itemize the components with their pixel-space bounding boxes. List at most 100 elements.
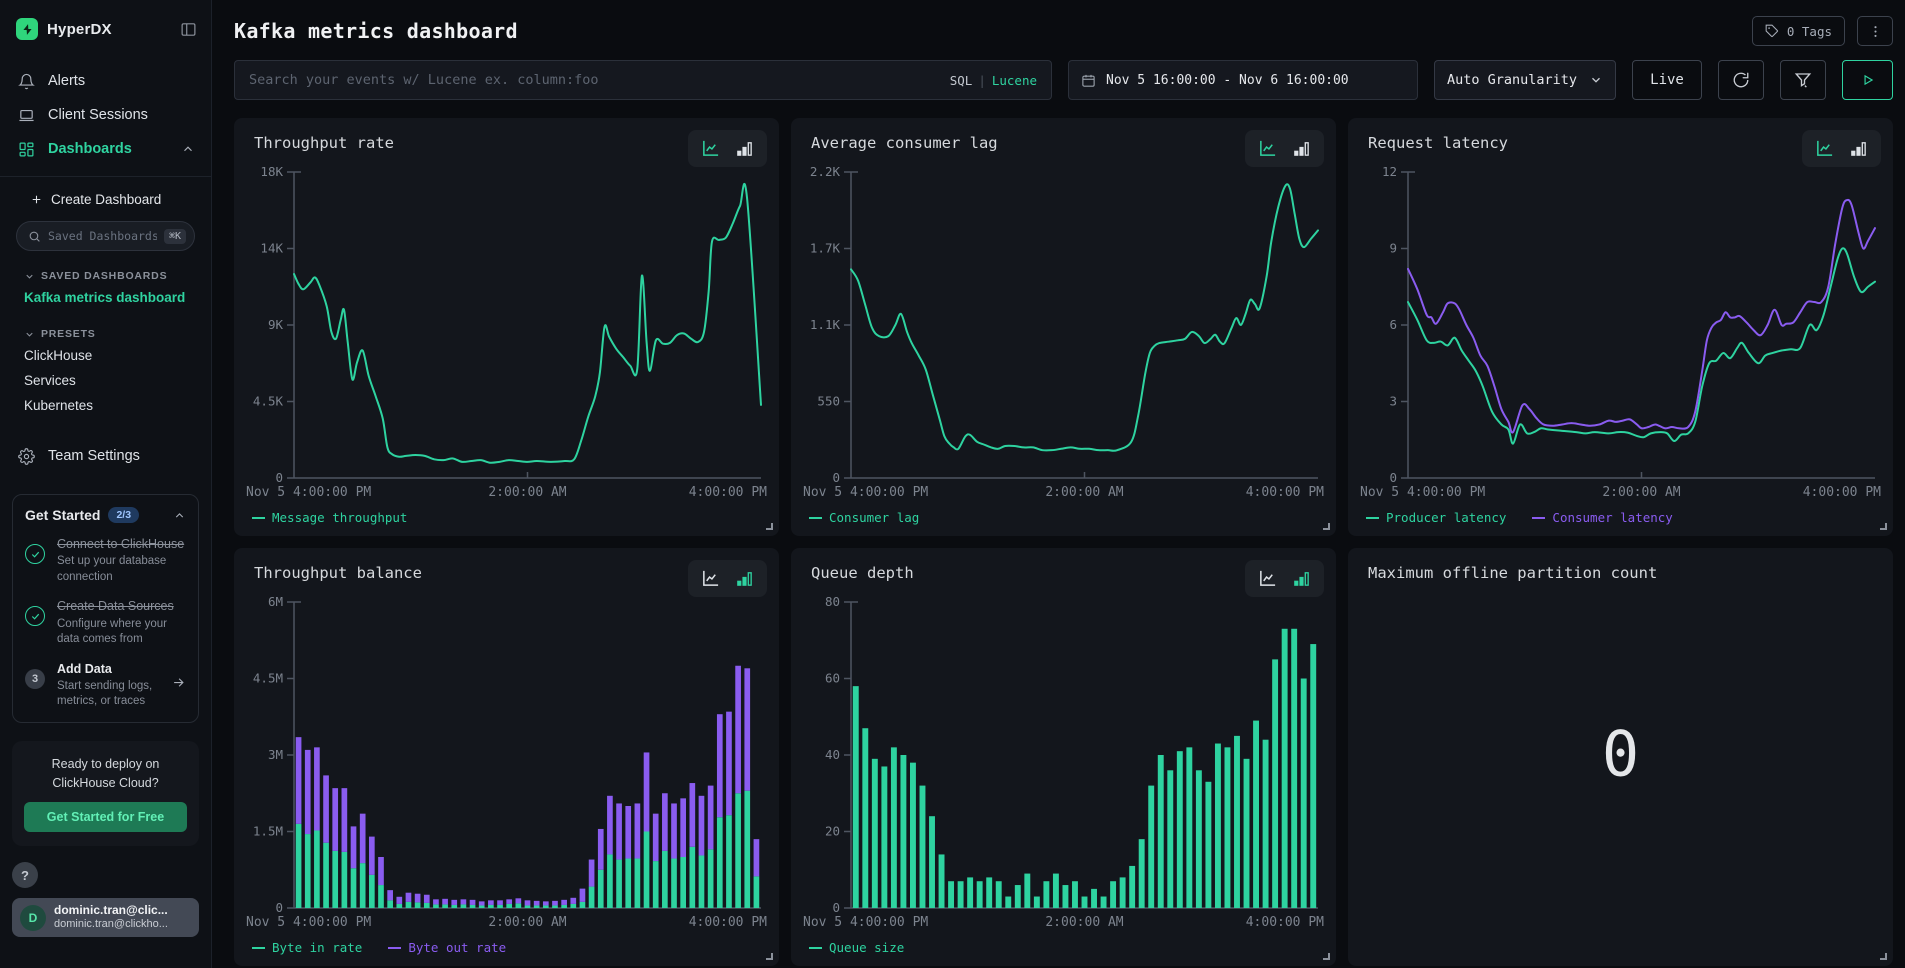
chart-plot: 04.5K9K14K18KNov 5 4:00:00 PM2:00:00 AM4… — [242, 162, 769, 502]
calendar-icon — [1081, 73, 1096, 88]
legend-item[interactable]: Byte out rate — [388, 940, 506, 955]
get-started-title: Get Started — [25, 507, 100, 523]
svg-text:4:00:00 PM: 4:00:00 PM — [1246, 485, 1324, 500]
section-saved-dashboards[interactable]: SAVED DASHBOARDS — [0, 267, 211, 285]
check-circle-icon — [25, 606, 45, 626]
resize-handle[interactable] — [1880, 523, 1887, 530]
get-started-step-sources[interactable]: Create Data Sources Configure where your… — [25, 598, 186, 647]
legend-item[interactable]: Consumer lag — [809, 510, 919, 525]
line-chart-icon[interactable] — [701, 569, 720, 588]
sidebar-item-dashboards[interactable]: Dashboards — [0, 132, 211, 166]
saved-dashboards-search[interactable]: ⌘K — [16, 221, 195, 251]
hyperdx-logo-icon — [16, 18, 38, 40]
svg-text:0: 0 — [1389, 470, 1397, 485]
resize-handle[interactable] — [766, 523, 773, 530]
play-icon — [1861, 73, 1875, 87]
create-dashboard-button[interactable]: Create Dashboard — [0, 185, 211, 213]
refresh-icon — [1732, 71, 1750, 89]
bar-chart-icon[interactable] — [1849, 139, 1868, 158]
legend-label: Consumer lag — [829, 510, 919, 525]
section-presets[interactable]: PRESETS — [0, 325, 211, 343]
lucene-toggle[interactable]: Lucene — [992, 73, 1037, 88]
user-name: dominic.tran@clic... — [54, 903, 168, 918]
chart-title: Throughput balance — [254, 564, 422, 582]
legend-label: Producer latency — [1386, 510, 1506, 525]
event-search-input[interactable] — [249, 72, 940, 88]
preset-kubernetes[interactable]: Kubernetes — [0, 393, 211, 418]
svg-text:Nov 5 4:00:00 PM: Nov 5 4:00:00 PM — [803, 915, 928, 930]
line-chart-icon[interactable] — [1258, 569, 1277, 588]
sidebar-collapse-icon[interactable] — [180, 21, 197, 38]
chart-type-toggle — [688, 560, 767, 597]
legend-item[interactable]: Byte in rate — [252, 940, 362, 955]
resize-handle[interactable] — [766, 953, 773, 960]
page-title: Kafka metrics dashboard — [234, 19, 518, 43]
svg-text:0: 0 — [832, 470, 840, 485]
granularity-select[interactable]: Auto Granularity — [1434, 60, 1616, 100]
bar-chart-icon[interactable] — [1292, 139, 1311, 158]
bar-chart-icon[interactable] — [1292, 569, 1311, 588]
legend-item[interactable]: Consumer latency — [1532, 510, 1672, 525]
legend-label: Byte in rate — [272, 940, 362, 955]
resize-handle[interactable] — [1323, 523, 1330, 530]
event-search-bar[interactable]: SQL|Lucene — [234, 60, 1052, 100]
svg-text:550: 550 — [817, 394, 840, 409]
bar-chart-icon[interactable] — [735, 569, 754, 588]
chart-title: Average consumer lag — [811, 134, 998, 152]
legend-label: Consumer latency — [1552, 510, 1672, 525]
svg-text:Nov 5 4:00:00 PM: Nov 5 4:00:00 PM — [246, 485, 371, 500]
preset-clickhouse[interactable]: ClickHouse — [0, 343, 211, 368]
get-started-step-add-data[interactable]: 3 Add Data Start sending logs, metrics, … — [25, 661, 186, 710]
svg-text:12: 12 — [1382, 164, 1397, 179]
user-menu[interactable]: D dominic.tran@clic... dominic.tran@clic… — [12, 898, 199, 937]
sidebar-item-alerts[interactable]: Alerts — [0, 64, 211, 98]
chevron-up-icon[interactable] — [173, 509, 186, 522]
resize-handle[interactable] — [1880, 953, 1887, 960]
promo-text-line1: Ready to deploy on — [24, 755, 187, 774]
svg-text:4:00:00 PM: 4:00:00 PM — [689, 915, 767, 930]
sidebar-divider — [0, 176, 211, 177]
sidebar-item-team-settings[interactable]: Team Settings — [0, 440, 211, 472]
refresh-button[interactable] — [1718, 60, 1764, 100]
sidebar-item-client-sessions[interactable]: Client Sessions — [0, 98, 211, 132]
run-query-button[interactable] — [1842, 60, 1893, 100]
legend-label: Byte out rate — [408, 940, 506, 955]
user-email: dominic.tran@clickho... — [54, 918, 168, 932]
svg-text:2:00:00 AM: 2:00:00 AM — [1045, 485, 1123, 500]
live-button[interactable]: Live — [1632, 60, 1702, 100]
svg-text:40: 40 — [825, 747, 840, 762]
legend-swatch — [252, 947, 265, 949]
legend-item[interactable]: Message throughput — [252, 510, 407, 525]
sql-toggle[interactable]: SQL — [950, 73, 973, 88]
legend-item[interactable]: Producer latency — [1366, 510, 1506, 525]
chevron-up-icon — [181, 142, 195, 156]
legend-item[interactable]: Queue size — [809, 940, 904, 955]
svg-text:4:00:00 PM: 4:00:00 PM — [1803, 485, 1881, 500]
sidebar-item-kafka-dashboard[interactable]: Kafka metrics dashboard — [0, 285, 211, 309]
legend-label: Queue size — [829, 940, 904, 955]
get-started-free-button[interactable]: Get Started for Free — [24, 802, 187, 832]
svg-text:2:00:00 AM: 2:00:00 AM — [488, 485, 566, 500]
legend-swatch — [1366, 517, 1379, 519]
resize-handle[interactable] — [1323, 953, 1330, 960]
query-language-toggle: SQL|Lucene — [950, 73, 1037, 88]
preset-services[interactable]: Services — [0, 368, 211, 393]
sidebar: HyperDX Alerts Client Sessions Dashboard… — [0, 0, 212, 968]
saved-dashboards-search-input[interactable] — [48, 229, 157, 243]
bar-chart-icon[interactable] — [735, 139, 754, 158]
get-started-step-connect[interactable]: Connect to ClickHouse Set up your databa… — [25, 536, 186, 585]
tags-button[interactable]: 0 Tags — [1752, 16, 1845, 46]
svg-text:6: 6 — [1389, 317, 1397, 332]
line-chart-icon[interactable] — [1258, 139, 1277, 158]
svg-text:4:00:00 PM: 4:00:00 PM — [689, 485, 767, 500]
line-chart-icon[interactable] — [701, 139, 720, 158]
filter-button[interactable] — [1780, 60, 1826, 100]
help-button[interactable]: ? — [12, 862, 38, 888]
svg-text:80: 80 — [825, 594, 840, 609]
svg-text:3: 3 — [1389, 394, 1397, 409]
more-options-button[interactable] — [1857, 16, 1893, 46]
date-range-picker[interactable]: Nov 5 16:00:00 - Nov 6 16:00:00 — [1068, 60, 1418, 100]
search-icon — [28, 230, 41, 243]
chart-panel-consumer-lag: Average consumer lag 05501.1K1.7K2.2KNov… — [791, 118, 1336, 536]
line-chart-icon[interactable] — [1815, 139, 1834, 158]
